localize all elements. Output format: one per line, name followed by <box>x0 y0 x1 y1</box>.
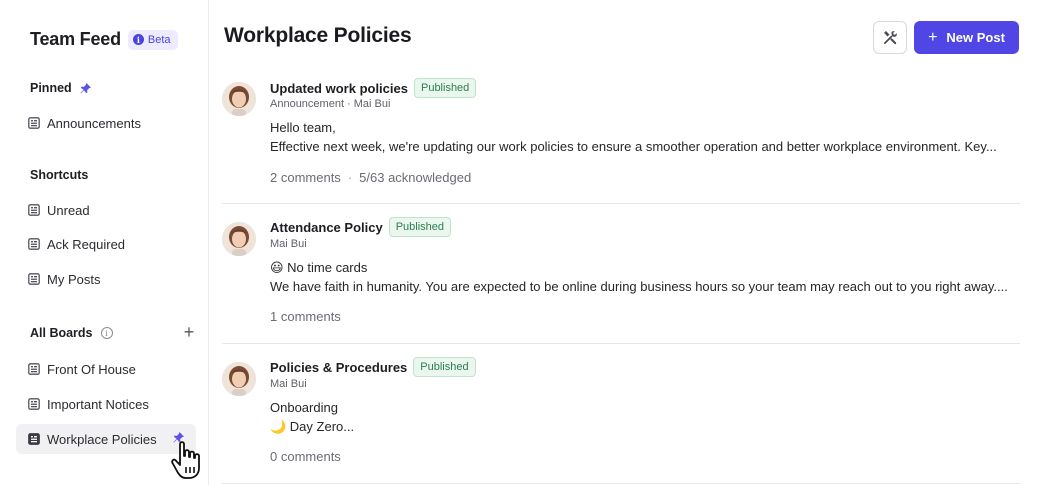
page-title: Workplace Policies <box>224 24 412 47</box>
sidebar-item-front-of-house[interactable]: Front Of House <box>16 354 196 384</box>
sidebar-item-workplace-policies[interactable]: Workplace Policies <box>16 424 196 454</box>
post-body: Onboarding 🌙 Day Zero... <box>270 398 1010 436</box>
post-card[interactable]: Updated work policies Published Announce… <box>222 64 1020 204</box>
brand: Team Feed i Beta <box>30 29 178 50</box>
post-footer: 2 comments · 5/63 acknowledged <box>270 170 471 185</box>
sidebar-item-label: Ack Required <box>47 236 126 252</box>
post-footer: 1 comments <box>270 309 341 324</box>
post-meta: Mai Bui <box>270 238 307 250</box>
sidebar-item-label: Important Notices <box>47 396 149 412</box>
post-body-line: We have faith in humanity. You are expec… <box>270 279 1008 294</box>
info-icon: i <box>132 34 144 45</box>
board-icon <box>28 433 40 445</box>
pin-icon <box>80 82 91 94</box>
all-boards-heading-label: All Boards <box>30 326 93 340</box>
board-icon <box>28 238 40 250</box>
post-body: Hello team, Effective next week, we're u… <box>270 118 1010 156</box>
sidebar-item-label: Workplace Policies <box>47 431 157 447</box>
post-body-line: 🌙 Day Zero... <box>270 419 355 434</box>
separator: · <box>347 170 353 185</box>
board-icon <box>28 398 40 410</box>
post-title[interactable]: Updated work policies <box>270 81 408 96</box>
sidebar-item-label: My Posts <box>47 271 101 287</box>
sidebar-item-unread[interactable]: Unread <box>16 195 196 225</box>
beta-label: Beta <box>147 33 171 46</box>
add-board-icon[interactable]: + <box>180 323 198 341</box>
status-badge: Published <box>388 217 452 237</box>
post-body: 😃 No time cards We have faith in humanit… <box>270 258 1010 296</box>
board-icon <box>28 363 40 375</box>
shortcuts-heading-label: Shortcuts <box>30 168 89 182</box>
sidebar-item-label: Front Of House <box>47 361 136 377</box>
post-body-line: 😃 No time cards <box>270 260 368 275</box>
status-badge: Published <box>413 357 476 377</box>
sidebar-item-announcements[interactable]: Announcements <box>16 108 196 138</box>
beta-badge: i Beta <box>127 29 178 50</box>
tools-button[interactable] <box>873 21 907 54</box>
pinned-heading: Pinned <box>30 81 91 95</box>
avatar <box>222 362 256 396</box>
post-title[interactable]: Policies & Procedures <box>270 360 407 375</box>
acknowledged-count[interactable]: 5/63 acknowledged <box>359 170 471 185</box>
status-badge: Published <box>413 78 477 98</box>
shortcuts-heading: Shortcuts <box>30 168 88 182</box>
post-meta: Mai Bui <box>270 378 307 390</box>
post-title-row: Policies & Procedures Published <box>270 357 476 377</box>
avatar <box>222 82 256 116</box>
sidebar: Team Feed i Beta Pinned Announcements Sh… <box>0 0 209 485</box>
all-boards-heading: All Boards i <box>30 326 113 340</box>
new-post-label: New Post <box>946 30 1005 45</box>
app-title: Team Feed <box>30 29 121 49</box>
post-body-line: Onboarding <box>270 400 338 415</box>
sidebar-item-my-posts[interactable]: My Posts <box>16 264 196 294</box>
post-title-row: Updated work policies Published <box>270 78 477 98</box>
post-title[interactable]: Attendance Policy <box>270 220 383 235</box>
new-post-button[interactable]: + New Post <box>914 21 1019 54</box>
board-icon <box>28 117 40 129</box>
tools-icon <box>883 31 897 45</box>
comments-link[interactable]: 1 comments <box>270 309 341 324</box>
hand-cursor-icon <box>171 441 200 479</box>
sidebar-item-label: Announcements <box>47 115 141 131</box>
post-body-line: Hello team, <box>270 120 336 135</box>
board-icon <box>28 273 40 285</box>
board-icon <box>28 204 40 216</box>
post-card[interactable]: Attendance Policy Published Mai Bui 😃 No… <box>222 204 1020 344</box>
sidebar-item-important-notices[interactable]: Important Notices <box>16 389 196 419</box>
sidebar-item-ack-required[interactable]: Ack Required <box>16 229 196 259</box>
plus-icon: + <box>928 28 938 46</box>
info-icon[interactable]: i <box>100 327 113 339</box>
post-card[interactable]: Policies & Procedures Published Mai Bui … <box>222 344 1020 484</box>
sidebar-item-label: Unread <box>47 202 90 218</box>
comments-link[interactable]: 2 comments <box>270 170 341 185</box>
post-body-line: Effective next week, we're updating our … <box>270 139 997 154</box>
comments-link[interactable]: 0 comments <box>270 449 341 464</box>
post-footer: 0 comments <box>270 449 341 464</box>
pinned-heading-label: Pinned <box>30 81 72 95</box>
post-title-row: Attendance Policy Published <box>270 217 452 237</box>
avatar <box>222 222 256 256</box>
post-meta: Announcement · Mai Bui <box>270 98 391 110</box>
